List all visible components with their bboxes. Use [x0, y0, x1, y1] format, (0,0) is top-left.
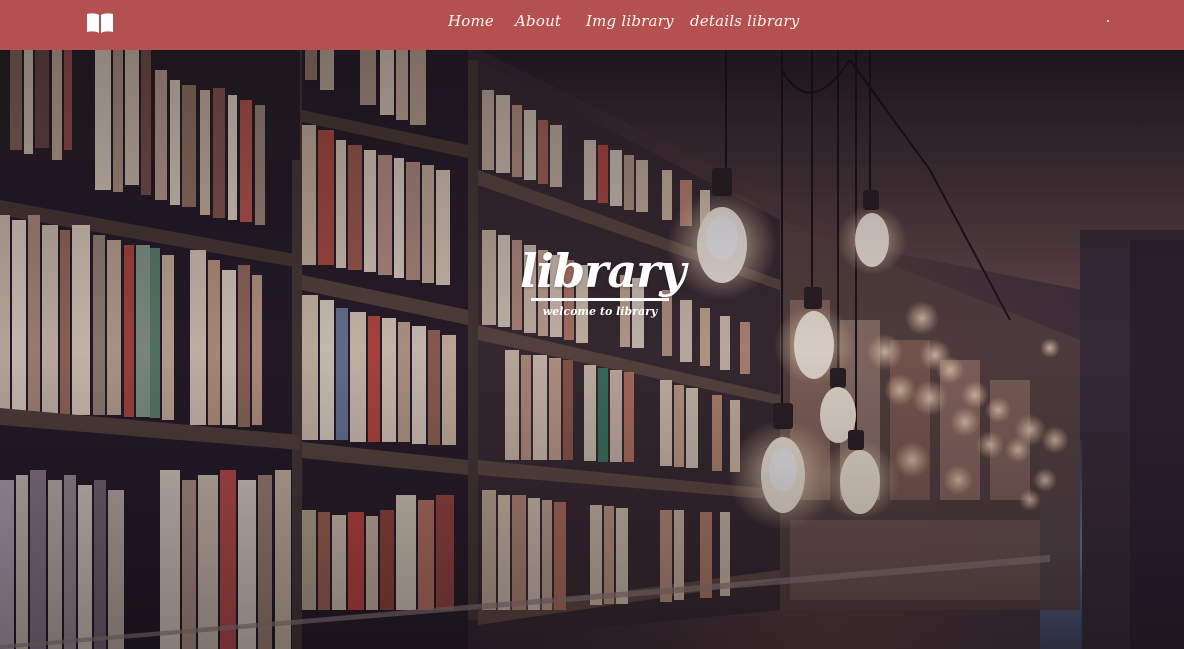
hero-title: library: [520, 244, 686, 298]
hero-heading-group: library welcome to library: [520, 244, 686, 318]
nav-link-img-library[interactable]: Img library: [586, 12, 674, 30]
library-background-image: [0, 50, 1184, 649]
hero-section: library welcome to library: [0, 50, 1184, 649]
page: Home About Img library details library l…: [0, 0, 1184, 649]
nav-link-about[interactable]: About: [515, 12, 561, 30]
hero-title-underline: [531, 298, 669, 301]
nav-toggle-dot[interactable]: [1107, 20, 1109, 22]
navbar: Home About Img library details library: [0, 0, 1184, 50]
nav-links: Home About Img library details library: [0, 0, 1184, 50]
nav-link-details-library[interactable]: details library: [690, 12, 799, 30]
hero-subtitle: welcome to library: [542, 305, 658, 318]
nav-link-home[interactable]: Home: [448, 12, 494, 30]
